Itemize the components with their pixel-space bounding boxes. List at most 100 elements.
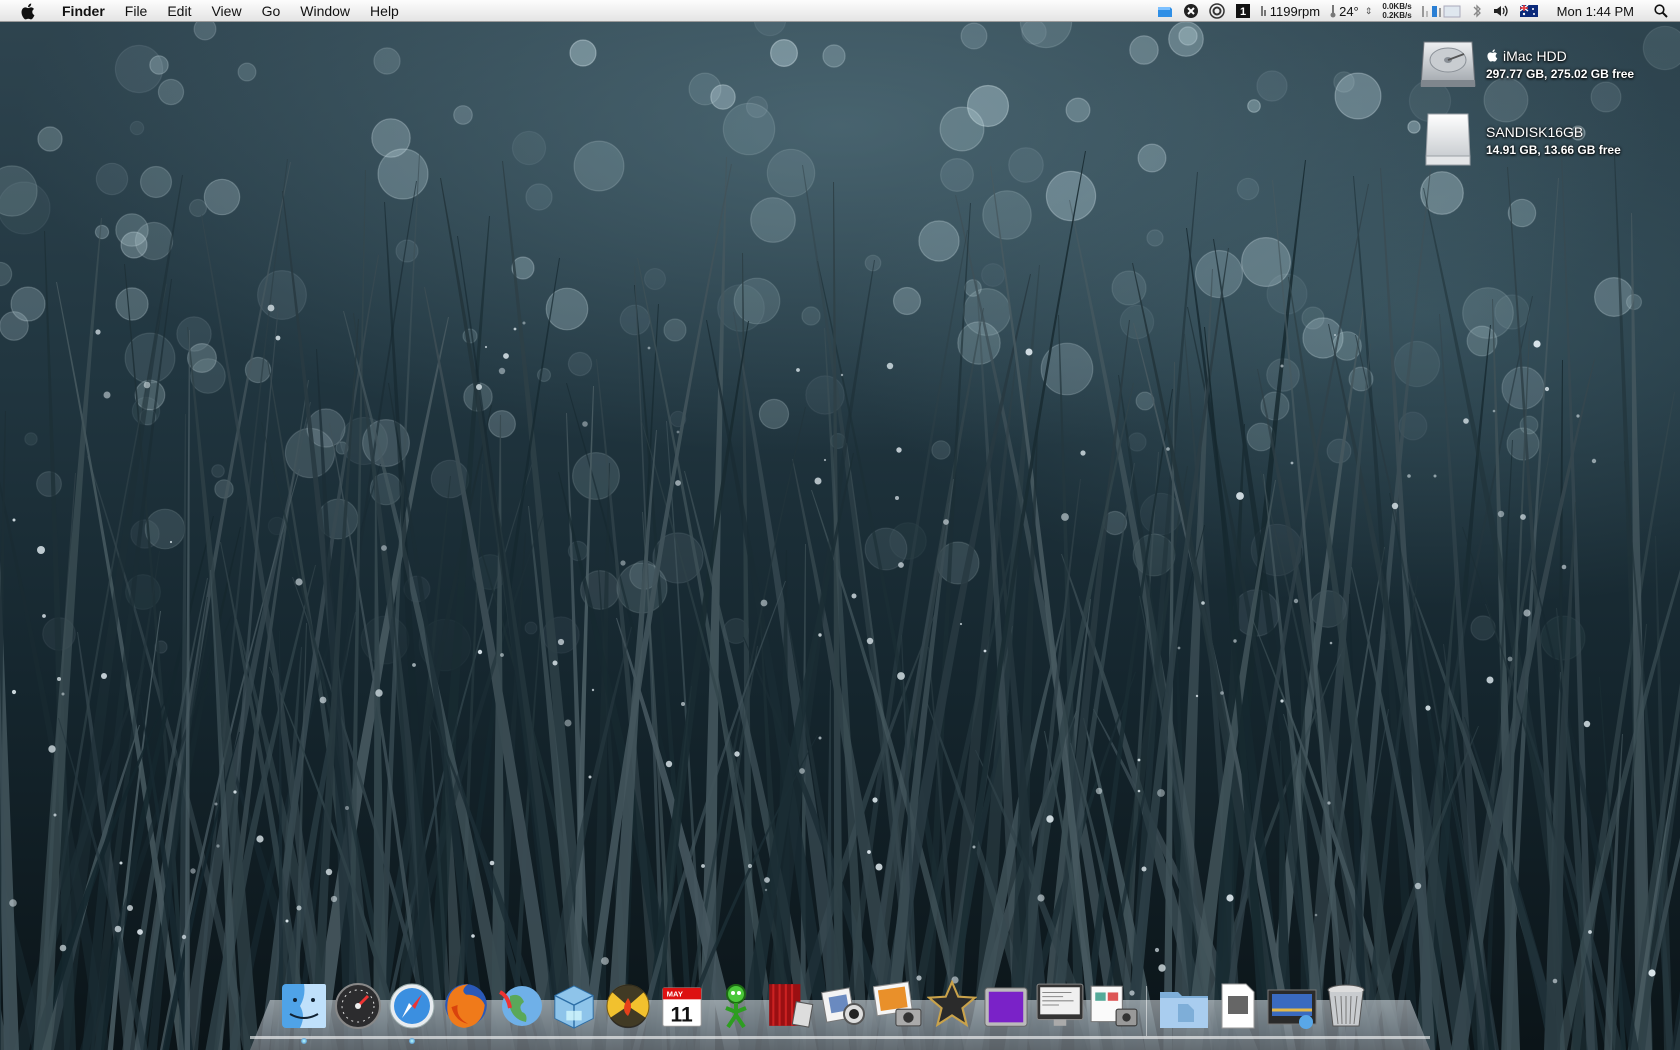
hard-drive-icon[interactable]	[1418, 34, 1478, 94]
dew-drop	[1095, 787, 1103, 795]
dew-drop	[489, 860, 495, 866]
dock-iphoto[interactable]	[872, 976, 924, 1030]
dew-drop	[1037, 894, 1045, 902]
dew-drop	[1497, 510, 1505, 518]
cpu-meter-icon[interactable]	[1417, 0, 1467, 22]
dropbox-icon[interactable]	[1152, 0, 1178, 22]
bokeh-light	[573, 140, 625, 192]
dew-drop	[867, 850, 871, 854]
x-circle-icon[interactable]	[1178, 0, 1204, 22]
fan-speed-readout[interactable]: 1199rpm	[1256, 0, 1325, 22]
bokeh-light	[717, 284, 765, 332]
dew-drop	[1314, 913, 1318, 917]
temperature-text: 24°	[1339, 3, 1359, 19]
bluetooth-icon[interactable]	[1467, 0, 1487, 22]
dew-drop	[57, 677, 61, 681]
dock-stack-documents[interactable]	[1158, 976, 1210, 1030]
dock-finder[interactable]	[278, 976, 330, 1044]
spaces-icon[interactable]: 1	[1230, 0, 1256, 22]
dew-drop	[582, 421, 588, 427]
dock-ichat[interactable]	[818, 976, 870, 1030]
dew-drop	[181, 934, 187, 940]
dew-drop	[1329, 641, 1333, 645]
menu-app-name[interactable]: Finder	[52, 0, 115, 22]
bokeh-light	[931, 440, 951, 460]
dock-preview[interactable]	[1088, 976, 1140, 1030]
bokeh-light	[35, 471, 62, 498]
apple-icon[interactable]	[16, 0, 38, 22]
dew-drop	[1141, 866, 1147, 872]
dew-drop	[381, 545, 387, 551]
dock-adium[interactable]	[710, 976, 762, 1030]
dew-drop	[127, 905, 133, 911]
dew-drop	[875, 863, 883, 871]
menu-help[interactable]: Help	[360, 0, 409, 22]
dew-drop	[972, 845, 976, 849]
dew-drop	[818, 633, 822, 637]
clock[interactable]: Mon 1:44 PM	[1543, 0, 1648, 22]
dock-stack-downloads[interactable]	[1212, 976, 1264, 1030]
bokeh-light	[1040, 342, 1094, 396]
dock-virtualbox[interactable]	[548, 976, 600, 1030]
dew-drop	[895, 496, 899, 500]
menu-edit[interactable]: Edit	[157, 0, 201, 22]
dew-drop	[275, 335, 281, 341]
dew-drop	[1583, 720, 1591, 728]
bokeh-light	[37, 126, 63, 152]
dew-drop	[513, 327, 517, 331]
bokeh-light	[1326, 438, 1352, 464]
bokeh-light	[889, 522, 927, 560]
dew-drop	[897, 672, 905, 680]
dock-burn[interactable]	[602, 976, 654, 1030]
dock-imovie[interactable]	[926, 976, 978, 1030]
bokeh-light	[190, 358, 226, 394]
dew-drop	[676, 430, 680, 434]
dew-drop	[1280, 699, 1284, 703]
bokeh-light	[24, 432, 38, 446]
dew-drop	[477, 649, 483, 655]
dew-drop	[1520, 514, 1526, 520]
purple-screen-icon	[984, 987, 1028, 1027]
dew-drop	[1507, 656, 1513, 662]
bokeh-light	[964, 279, 982, 297]
running-indicator	[409, 1038, 415, 1044]
dew-drop	[886, 362, 894, 370]
dock-ical[interactable]: MAY 11	[656, 976, 708, 1030]
gear-icon[interactable]	[1204, 0, 1230, 22]
dock-activity-monitor[interactable]	[1034, 976, 1086, 1030]
bokeh-light	[980, 263, 1005, 288]
preview-icon	[1090, 985, 1138, 1027]
australia-flag-icon[interactable]	[1515, 0, 1543, 22]
dock-dashboard[interactable]	[332, 976, 384, 1030]
dock-front-row[interactable]	[764, 976, 816, 1030]
desktop-drive-imac-hdd[interactable]: iMac HDD 297.77 GB, 275.02 GB free	[1418, 34, 1634, 94]
spotlight-icon[interactable]	[1648, 0, 1680, 22]
menu-window[interactable]: Window	[290, 0, 360, 22]
bokeh-light	[525, 183, 553, 211]
dock-firefox[interactable]	[440, 976, 492, 1030]
dew-drop	[375, 689, 383, 697]
bokeh-light	[1301, 306, 1325, 330]
updown-arrows-icon: ⇕	[1364, 5, 1373, 16]
menu-go[interactable]: Go	[252, 0, 291, 22]
bokeh-light	[511, 130, 547, 166]
bokeh-light	[1127, 432, 1147, 452]
dew-drop	[1226, 894, 1234, 902]
dew-drop	[1533, 340, 1541, 348]
grass-blade	[1671, 990, 1680, 1050]
dock-network-globe[interactable]	[494, 976, 546, 1030]
dew-drop	[1561, 564, 1567, 570]
dock-purple-screen[interactable]	[980, 976, 1032, 1030]
desktop-drive-sandisk[interactable]: SANDISK16GB 14.91 GB, 13.66 GB free	[1418, 110, 1621, 170]
dock-safari[interactable]	[386, 976, 438, 1044]
network-readout[interactable]: 0.0KB/s 0.2KB/s	[1377, 0, 1416, 22]
menu-file[interactable]: File	[115, 0, 158, 22]
volume-icon[interactable]	[1487, 0, 1515, 22]
dock-trash[interactable]	[1320, 976, 1372, 1030]
temperature-readout[interactable]: 24° ⇕	[1325, 0, 1377, 22]
bokeh-light	[157, 78, 185, 106]
dock-stack-screenshots[interactable]	[1266, 976, 1318, 1030]
usb-drive-icon[interactable]	[1418, 110, 1478, 170]
menu-view[interactable]: View	[201, 0, 251, 22]
dew-drop	[137, 929, 143, 935]
